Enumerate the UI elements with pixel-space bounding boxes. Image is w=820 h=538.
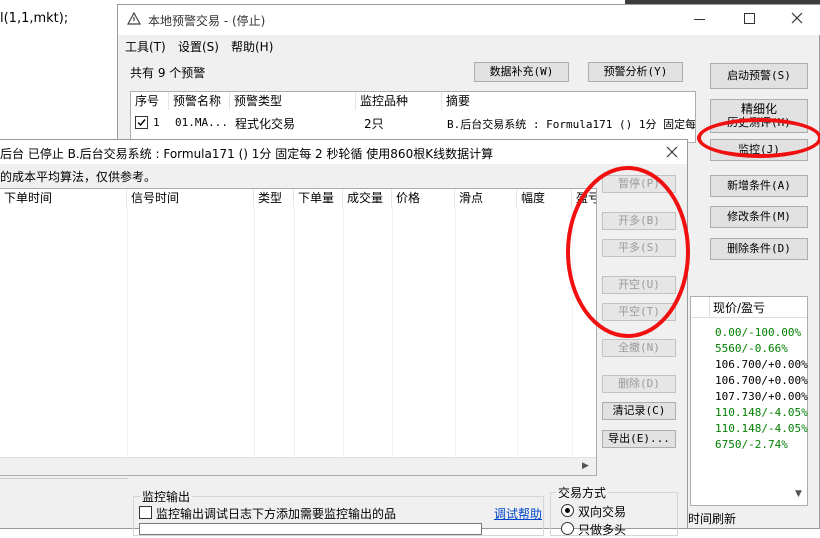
col-header-summary[interactable]: 摘要 <box>442 92 695 110</box>
maximize-icon[interactable] <box>744 13 755 24</box>
col-header-order-time[interactable]: 下单时间 <box>0 189 127 207</box>
menu-settings[interactable]: 设置(S) <box>178 38 219 55</box>
close-long-button[interactable]: 平多(S) <box>602 239 676 257</box>
price-value: 110.148/-4.05% <box>715 406 808 419</box>
col-divider <box>572 207 573 475</box>
bottom-left-panel <box>0 478 128 530</box>
add-condition-button[interactable]: 新增条件(A) <box>710 175 808 197</box>
clear-log-button[interactable]: 清记录(C) <box>602 402 676 420</box>
monitor-dialog: 后台 已停止 B.后台交易系统 : Formula171 () 1分 固定每 2… <box>0 139 688 537</box>
scroll-right-icon[interactable]: ▶ <box>582 461 589 471</box>
title-bar: 本地预警交易 - (停止) <box>118 5 820 35</box>
delete-condition-button[interactable]: 删除条件(D) <box>710 238 808 260</box>
dialog-title: 后台 已停止 B.后台交易系统 : Formula171 () 1分 固定每 2… <box>0 147 494 161</box>
alert-analysis-button[interactable]: 预警分析(Y) <box>588 62 683 82</box>
edit-condition-button[interactable]: 修改条件(M) <box>710 206 808 228</box>
price-value: 106.700/+0.00% <box>715 358 808 371</box>
price-value: 106.700/+0.00% <box>715 374 808 387</box>
table-row[interactable]: 1 01.MA... 程式化交易 2只 B.后台交易系统 : Formula17… <box>131 114 696 132</box>
row-type: 程式化交易 <box>235 117 296 131</box>
dialog-note: 的成本平均算法，仅供参考。 <box>0 170 157 184</box>
bidirectional-radio[interactable] <box>561 504 574 517</box>
price-value: 5560/-0.66% <box>715 342 788 355</box>
alert-table: 序号 预警名称 预警类型 监控品种 摘要 1 01.MA... 程式化交易 2只… <box>130 91 696 143</box>
col-header-slippage[interactable]: 滑点 <box>455 189 517 207</box>
horizontal-scrollbar[interactable]: ▶ <box>0 457 596 475</box>
open-long-button[interactable]: 开多(B) <box>602 212 676 230</box>
output-text-field[interactable] <box>139 523 482 535</box>
price-panel: 现价/盈亏 0.00/-100.00% 5560/-0.66% 106.700/+0… <box>690 296 808 506</box>
col-divider <box>254 207 255 475</box>
close-short-button[interactable]: 平空(T) <box>602 303 676 321</box>
col-header-signal-time[interactable]: 信号时间 <box>127 189 254 207</box>
col-header-name[interactable]: 预警名称 <box>169 92 230 110</box>
minimize-icon[interactable] <box>694 19 705 20</box>
dialog-close-icon[interactable] <box>666 146 678 158</box>
col-header-amplitude[interactable]: 幅度 <box>517 189 572 207</box>
menu-tools[interactable]: 工具(T) <box>125 38 166 55</box>
price-value: 107.730/+0.00% <box>715 390 808 403</box>
debug-help-link[interactable]: 调试帮助 <box>494 505 542 522</box>
cancel-all-button[interactable]: 全撤(N) <box>602 339 676 357</box>
price-list: 0.00/-100.00% 5560/-0.66% 106.700/+0.00% 10… <box>715 325 808 453</box>
col-header-type[interactable]: 类型 <box>254 189 294 207</box>
trade-mode-label: 交易方式 <box>556 484 609 501</box>
refine-line2: 历史测评(H) <box>727 116 791 129</box>
open-short-button[interactable]: 开空(U) <box>602 276 676 294</box>
scroll-down-icon[interactable]: ▼ <box>795 489 802 499</box>
col-divider <box>455 207 456 475</box>
col-header-fill-qty[interactable]: 成交量 <box>343 189 392 207</box>
col-divider <box>392 207 393 475</box>
refine-button[interactable]: 精细化 历史测评(H) <box>710 99 808 133</box>
header-underline <box>691 317 807 318</box>
price-value: 6750/-2.74% <box>715 438 788 451</box>
col-divider <box>294 207 295 475</box>
monitor-output-label: 监控输出 <box>140 488 193 505</box>
col-divider <box>127 207 128 475</box>
refine-line1: 精细化 <box>740 102 777 116</box>
price-value: 0.00/-100.00% <box>715 326 802 339</box>
col-divider <box>517 207 518 475</box>
row-checkbox[interactable] <box>135 116 148 129</box>
row-summary: B.后台交易系统 : Formula171 () 1分 固定每 <box>447 118 696 131</box>
start-alert-button[interactable]: 启动预警(S) <box>710 63 808 89</box>
code-editor: l(1,1,mkt); <box>0 0 120 150</box>
refresh-label: 时间刷新 <box>688 512 737 526</box>
row-index: 1 <box>153 116 160 129</box>
col-header-index[interactable]: 序号 <box>131 92 169 110</box>
row-symbols: 2只 <box>364 117 384 131</box>
window-title: 本地预警交易 - (停止) <box>148 14 266 28</box>
col-header-price[interactable]: 价格 <box>392 189 455 207</box>
col-header-symbols[interactable]: 监控品种 <box>356 92 442 110</box>
col-header-order-qty[interactable]: 下单量 <box>294 189 343 207</box>
export-button[interactable]: 导出(E)... <box>602 430 676 448</box>
debug-log-label: 监控输出调试日志下方添加需要监控输出的品 <box>156 507 397 521</box>
menu-help[interactable]: 帮助(H) <box>231 38 273 55</box>
alert-count: 共有 9 个预警 <box>130 66 206 80</box>
header-divider <box>709 297 710 317</box>
delete-record-button[interactable]: 删除(D) <box>602 375 676 393</box>
dialog-title-bar: 后台 已停止 B.后台交易系统 : Formula171 () 1分 固定每 2… <box>0 140 687 164</box>
col-header-type[interactable]: 预警类型 <box>230 92 356 110</box>
col-divider <box>343 207 344 475</box>
code-line: l(1,1,mkt); <box>0 11 69 26</box>
debug-log-checkbox[interactable] <box>139 506 152 519</box>
price-value: 110.148/-4.05% <box>715 422 808 435</box>
menu-bar: 工具(T) 设置(S) 帮助(H) <box>118 35 820 55</box>
order-table: 下单时间 信号时间 类型 下单量 成交量 价格 滑点 幅度 盈亏 ▶ <box>0 188 597 476</box>
row-name: 01.MA... <box>175 116 228 129</box>
radio-dot <box>565 508 570 513</box>
bidirectional-label: 双向交易 <box>578 505 627 519</box>
col-header-pnl[interactable]: 盈亏 <box>572 189 596 207</box>
data-fill-button[interactable]: 数据补充(W) <box>474 62 569 82</box>
long-only-label: 只做多头 <box>578 523 627 537</box>
monitor-button[interactable]: 监控(J) <box>710 139 808 161</box>
price-panel-header: 现价/盈亏 <box>713 301 766 315</box>
pause-button[interactable]: 暂停(P) <box>602 175 676 193</box>
app-icon <box>126 11 142 26</box>
close-icon[interactable] <box>790 11 804 25</box>
